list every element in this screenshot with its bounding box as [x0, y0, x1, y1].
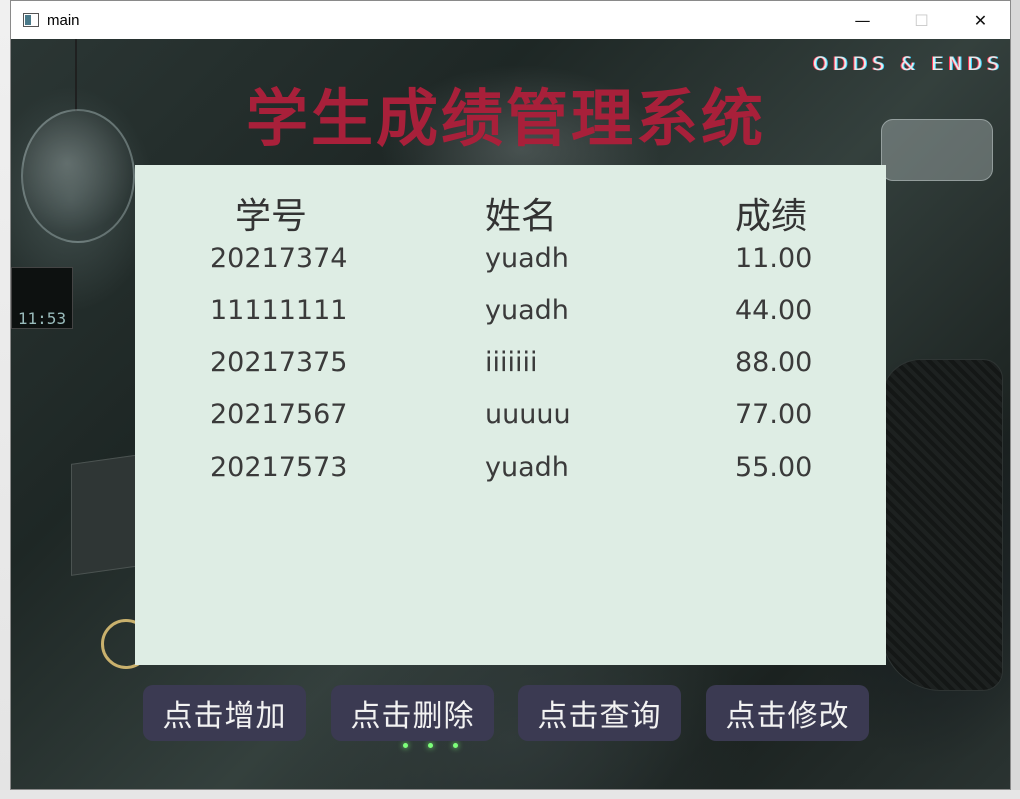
chair-decoration: [881, 359, 1003, 691]
page-title: 学生成绩管理系统: [245, 82, 766, 155]
app-icon: [23, 13, 39, 27]
clock-decoration: 11:53: [11, 267, 73, 329]
cell-student-id: 20217374: [210, 243, 348, 274]
led-light: [428, 743, 433, 748]
led-light: [403, 743, 408, 748]
desktop-background: [0, 0, 10, 799]
edit-button[interactable]: 点击修改: [706, 685, 869, 741]
cell-student-id: 20217375: [210, 347, 348, 378]
cell-name: uuuuu: [485, 399, 571, 430]
cell-score: 11.00: [735, 243, 813, 274]
header-score: 成绩: [735, 196, 808, 237]
lamp-decoration: [21, 109, 135, 243]
cell-name: iiiiiii: [485, 347, 538, 378]
led-lights-decoration: [403, 743, 458, 748]
window-title: main: [47, 11, 80, 29]
cell-student-id: 20217567: [210, 399, 348, 430]
window-controls: — ☐ ✕: [833, 1, 1010, 39]
header-student-id: 学号: [235, 196, 308, 237]
lamp-cord-decoration: [75, 39, 77, 111]
cell-student-id: 11111111: [210, 295, 348, 326]
app-window: main — ☐ ✕ 11:53 ODDS & ENDS 学生成绩管理系统 学号…: [10, 0, 1011, 790]
title-bar[interactable]: main — ☐ ✕: [11, 1, 1010, 39]
add-button[interactable]: 点击增加: [143, 685, 306, 741]
close-button[interactable]: ✕: [951, 1, 1010, 39]
score-table: 学号 姓名 成绩 20217374 yuadh 11.00 11111111 y…: [135, 165, 886, 665]
query-button[interactable]: 点击查询: [518, 685, 681, 741]
main-content: 11:53 ODDS & ENDS 学生成绩管理系统 学号 姓名 成绩 2021…: [11, 39, 1010, 789]
cell-score: 44.00: [735, 295, 813, 326]
cell-name: yuadh: [485, 452, 569, 483]
delete-button[interactable]: 点击删除: [331, 685, 494, 741]
maximize-button[interactable]: ☐: [892, 1, 951, 39]
cell-name: yuadh: [485, 243, 569, 274]
cell-score: 88.00: [735, 347, 813, 378]
cell-score: 55.00: [735, 452, 813, 483]
speaker-decoration: [71, 454, 141, 576]
cell-name: yuadh: [485, 295, 569, 326]
shelf-decoration: [881, 119, 993, 181]
cell-student-id: 20217573: [210, 452, 348, 483]
header-name: 姓名: [485, 196, 558, 237]
cell-score: 77.00: [735, 399, 813, 430]
minimize-button[interactable]: —: [833, 1, 892, 39]
taskbar-edge: [0, 790, 1020, 799]
brand-logo: ODDS & ENDS: [812, 53, 1004, 75]
led-light: [453, 743, 458, 748]
